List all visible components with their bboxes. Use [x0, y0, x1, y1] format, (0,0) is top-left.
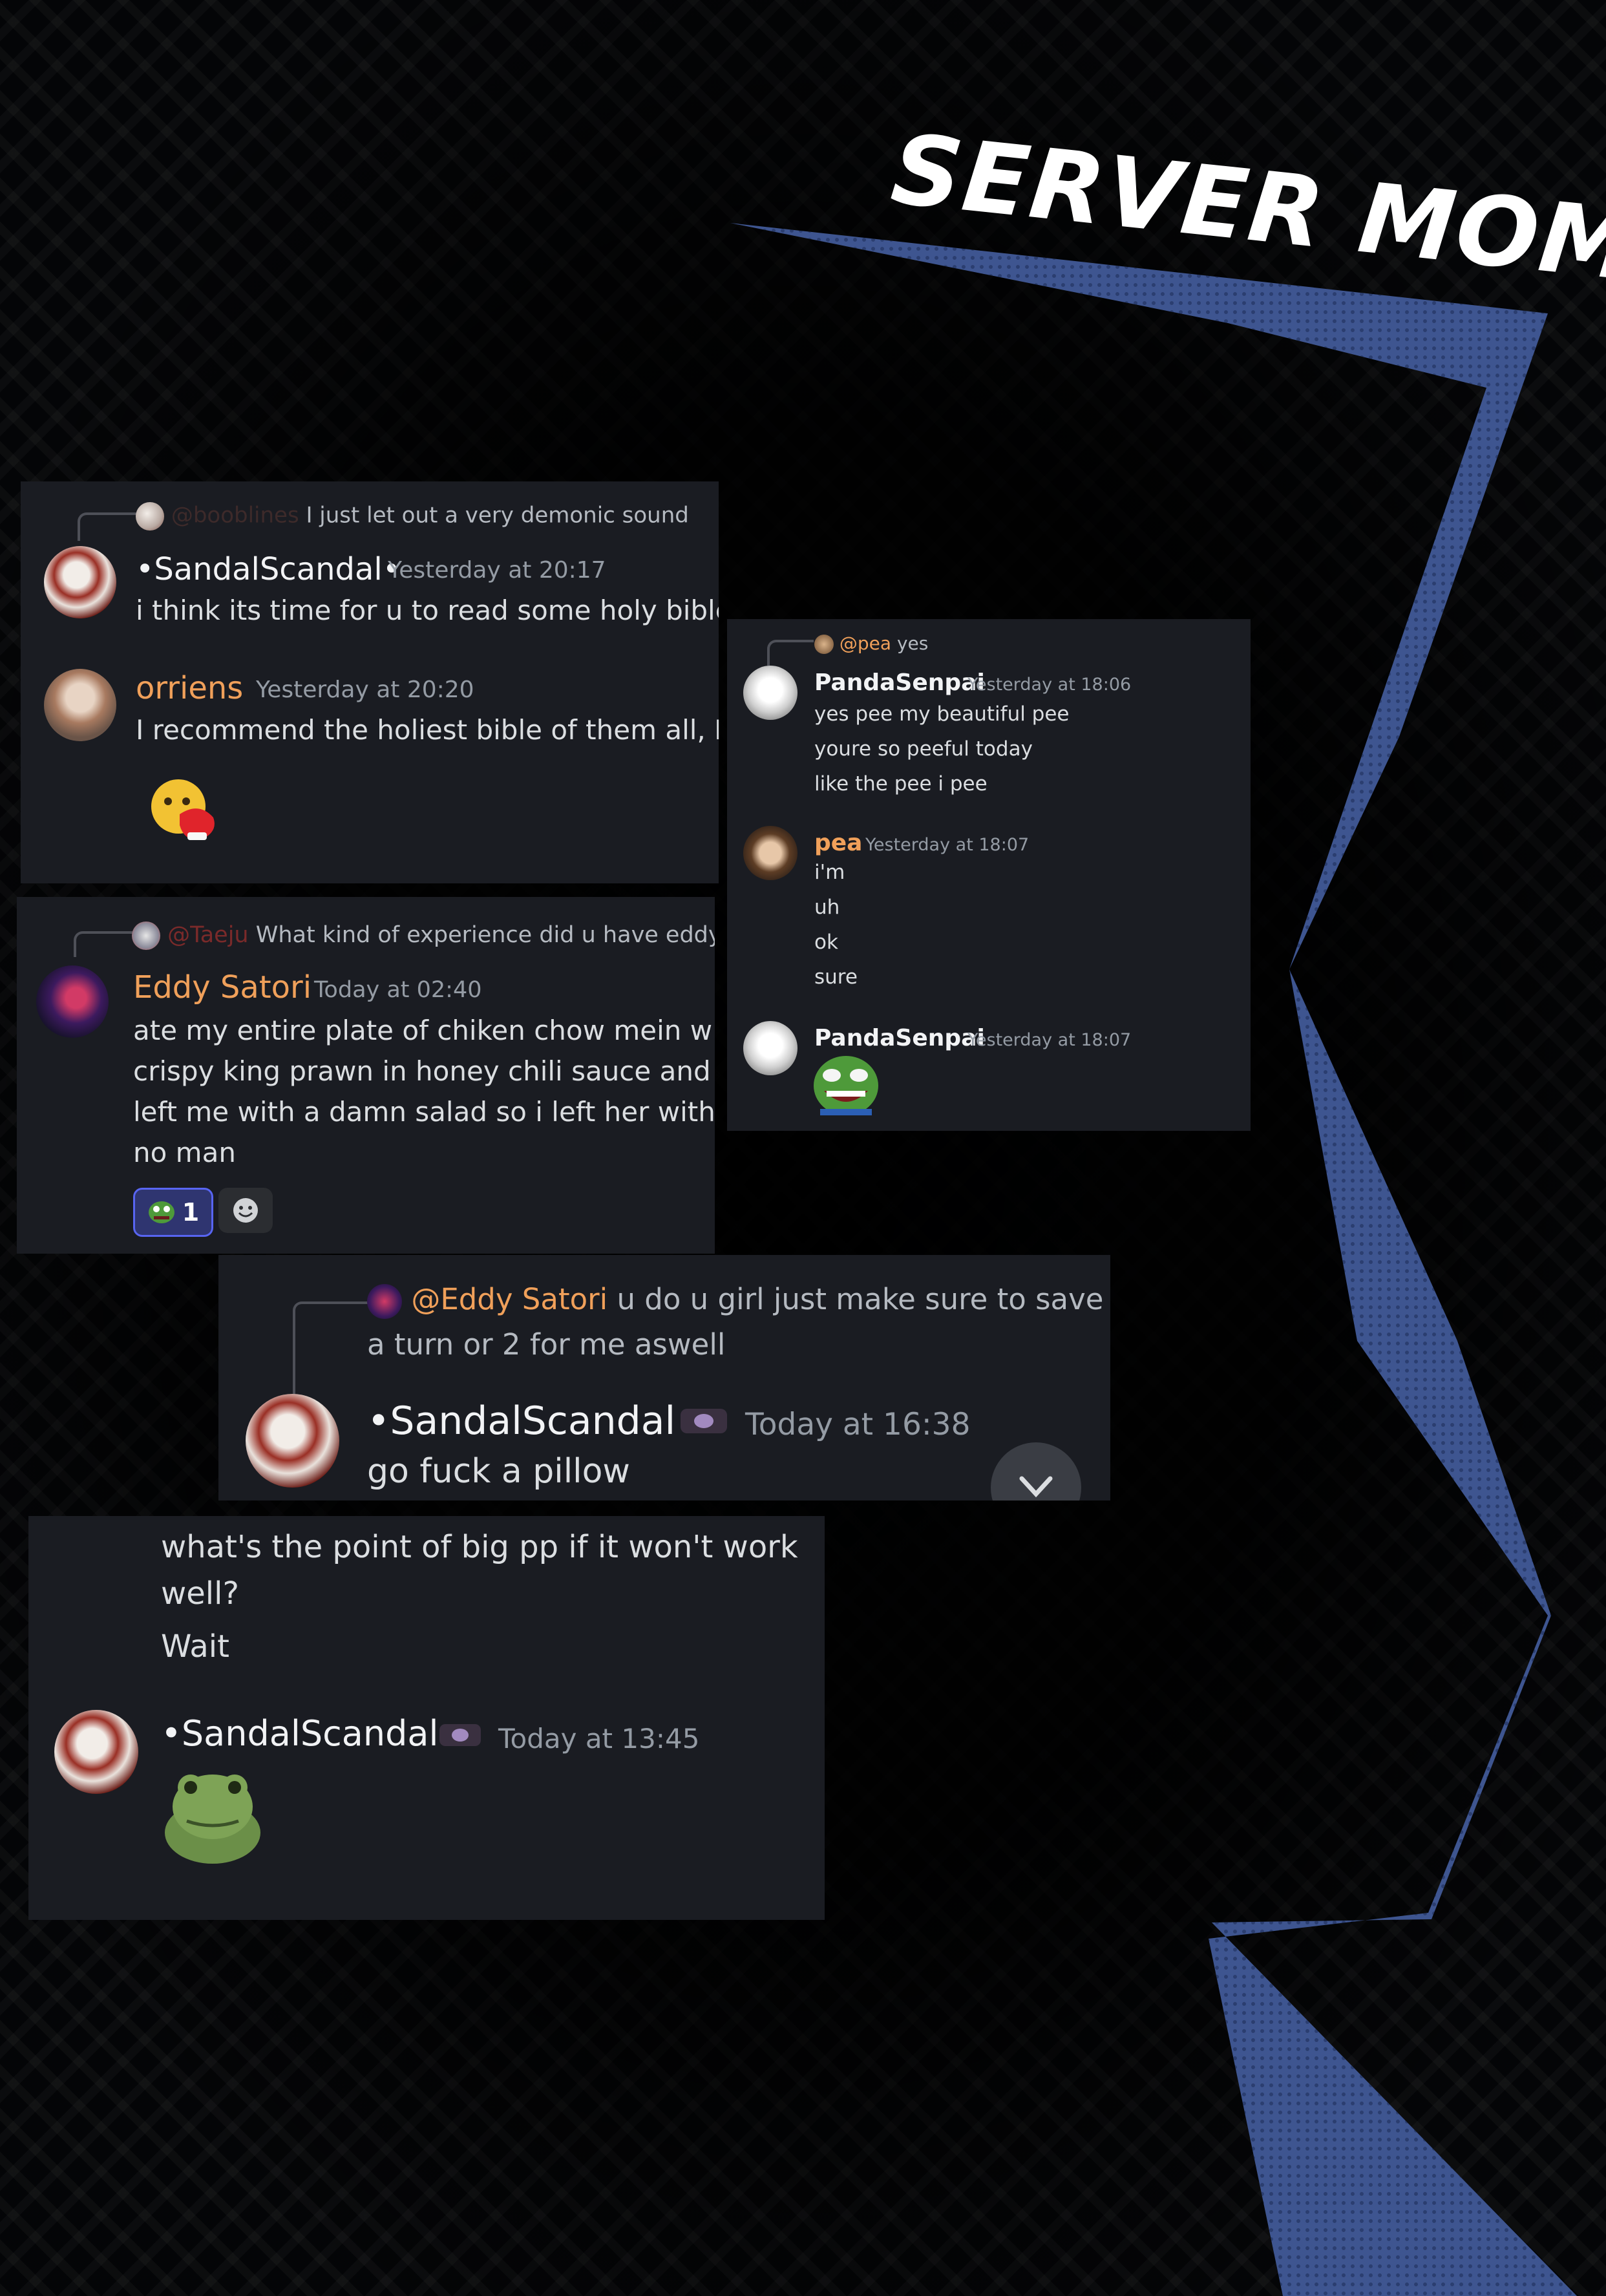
reply-connector	[74, 931, 134, 957]
message-username[interactable]: PandaSenpai	[814, 669, 985, 696]
reply-preview[interactable]: @booblines I just let out a very demonic…	[136, 502, 689, 531]
add-reaction-button[interactable]	[218, 1188, 273, 1233]
avatar[interactable]	[44, 669, 116, 741]
message-username[interactable]: pea	[814, 830, 862, 856]
reply-text: What kind of experience did u have eddy	[255, 922, 715, 948]
chat-panel-3: @Taeju What kind of experience did u hav…	[17, 897, 715, 1254]
avatar[interactable]	[44, 546, 116, 618]
server-tag-icon	[439, 1724, 481, 1746]
message-line: i'm	[814, 861, 845, 884]
reply-text: I just let out a very demonic sound	[306, 502, 689, 529]
message-line: youre so peeful today	[814, 737, 1033, 761]
reply-preview[interactable]: @pea yes	[814, 633, 928, 654]
message-timestamp: Today at 16:38	[745, 1407, 971, 1442]
boxing-glove-emoji	[151, 779, 215, 840]
reply-connector	[767, 640, 814, 666]
reaction-button[interactable]: 1	[133, 1188, 213, 1237]
pepe-emoji-icon	[148, 1201, 174, 1223]
reply-mention[interactable]: @Taeju	[167, 922, 248, 948]
reply-preview[interactable]: @Eddy Satori u do u girl just make sure …	[367, 1277, 1110, 1367]
avatar[interactable]	[743, 826, 798, 880]
message-text: ate my entire plate of chiken chow mein …	[133, 1015, 715, 1168]
reply-preview[interactable]: @Taeju What kind of experience did u hav…	[132, 922, 715, 950]
avatar[interactable]	[743, 1021, 798, 1075]
avatar[interactable]	[36, 965, 109, 1038]
chevron-down-icon	[1019, 1476, 1053, 1498]
avatar[interactable]	[246, 1394, 339, 1488]
jump-to-bottom-button[interactable]	[991, 1442, 1081, 1501]
message-username[interactable]: •SandalScandal•	[136, 551, 401, 587]
message-timestamp: Yesterday at 20:20	[256, 677, 474, 703]
reply-mention[interactable]: @pea	[840, 633, 891, 654]
message-text: Wait	[161, 1628, 229, 1665]
server-tag-icon	[681, 1409, 727, 1433]
message-text: i think its time for u to read some holy…	[136, 595, 719, 626]
message-username[interactable]: •SandalScandal•	[161, 1713, 459, 1754]
reply-avatar	[136, 502, 164, 531]
chat-panel-2: @pea yes PandaSenpai Yesterday at 18:06 …	[727, 619, 1251, 1131]
avatar[interactable]	[54, 1710, 138, 1794]
reply-mention[interactable]: @Eddy Satori	[411, 1282, 608, 1316]
smiley-icon	[233, 1198, 258, 1223]
message-text: what's the point of big pp if it won't w…	[161, 1529, 798, 1612]
message-text: go fuck a pillow	[367, 1452, 630, 1491]
message-line: uh	[814, 896, 840, 919]
message-timestamp: Today at 13:45	[498, 1723, 700, 1754]
message-line: ok	[814, 931, 838, 954]
avatar[interactable]	[743, 666, 798, 720]
message-username[interactable]: Eddy Satori	[133, 969, 312, 1006]
reaction-count: 1	[182, 1198, 200, 1227]
reply-text: yes	[896, 633, 929, 654]
message-timestamp: Yesterday at 20:17	[388, 557, 606, 584]
reply-avatar	[814, 635, 834, 654]
reply-mention[interactable]: @booblines	[171, 503, 299, 529]
message-username[interactable]: orriens	[136, 670, 243, 706]
message-line: like the pee i pee	[814, 772, 988, 795]
message-line: sure	[814, 965, 858, 989]
message-timestamp: Yesterday at 18:07	[967, 1030, 1132, 1050]
message-timestamp: Today at 02:40	[314, 977, 482, 1003]
message-timestamp: Yesterday at 18:07	[865, 835, 1030, 855]
chat-panel-1: @booblines I just let out a very demonic…	[21, 481, 719, 883]
pepe-laughing-emoji	[814, 1056, 878, 1115]
chat-panel-4: @Eddy Satori u do u girl just make sure …	[218, 1255, 1110, 1501]
message-username[interactable]: PandaSenpai	[814, 1025, 985, 1051]
frog-sticker	[165, 1775, 260, 1864]
reply-avatar	[132, 922, 160, 950]
reply-avatar	[367, 1284, 402, 1319]
chat-panel-5: what's the point of big pp if it won't w…	[28, 1516, 825, 1920]
message-username[interactable]: •SandalScandal•	[367, 1398, 699, 1444]
message-timestamp: Yesterday at 18:06	[967, 675, 1132, 695]
message-text: I recommend the holiest bible of them al…	[136, 714, 719, 746]
message-line: yes pee my beautiful pee	[814, 702, 1070, 726]
